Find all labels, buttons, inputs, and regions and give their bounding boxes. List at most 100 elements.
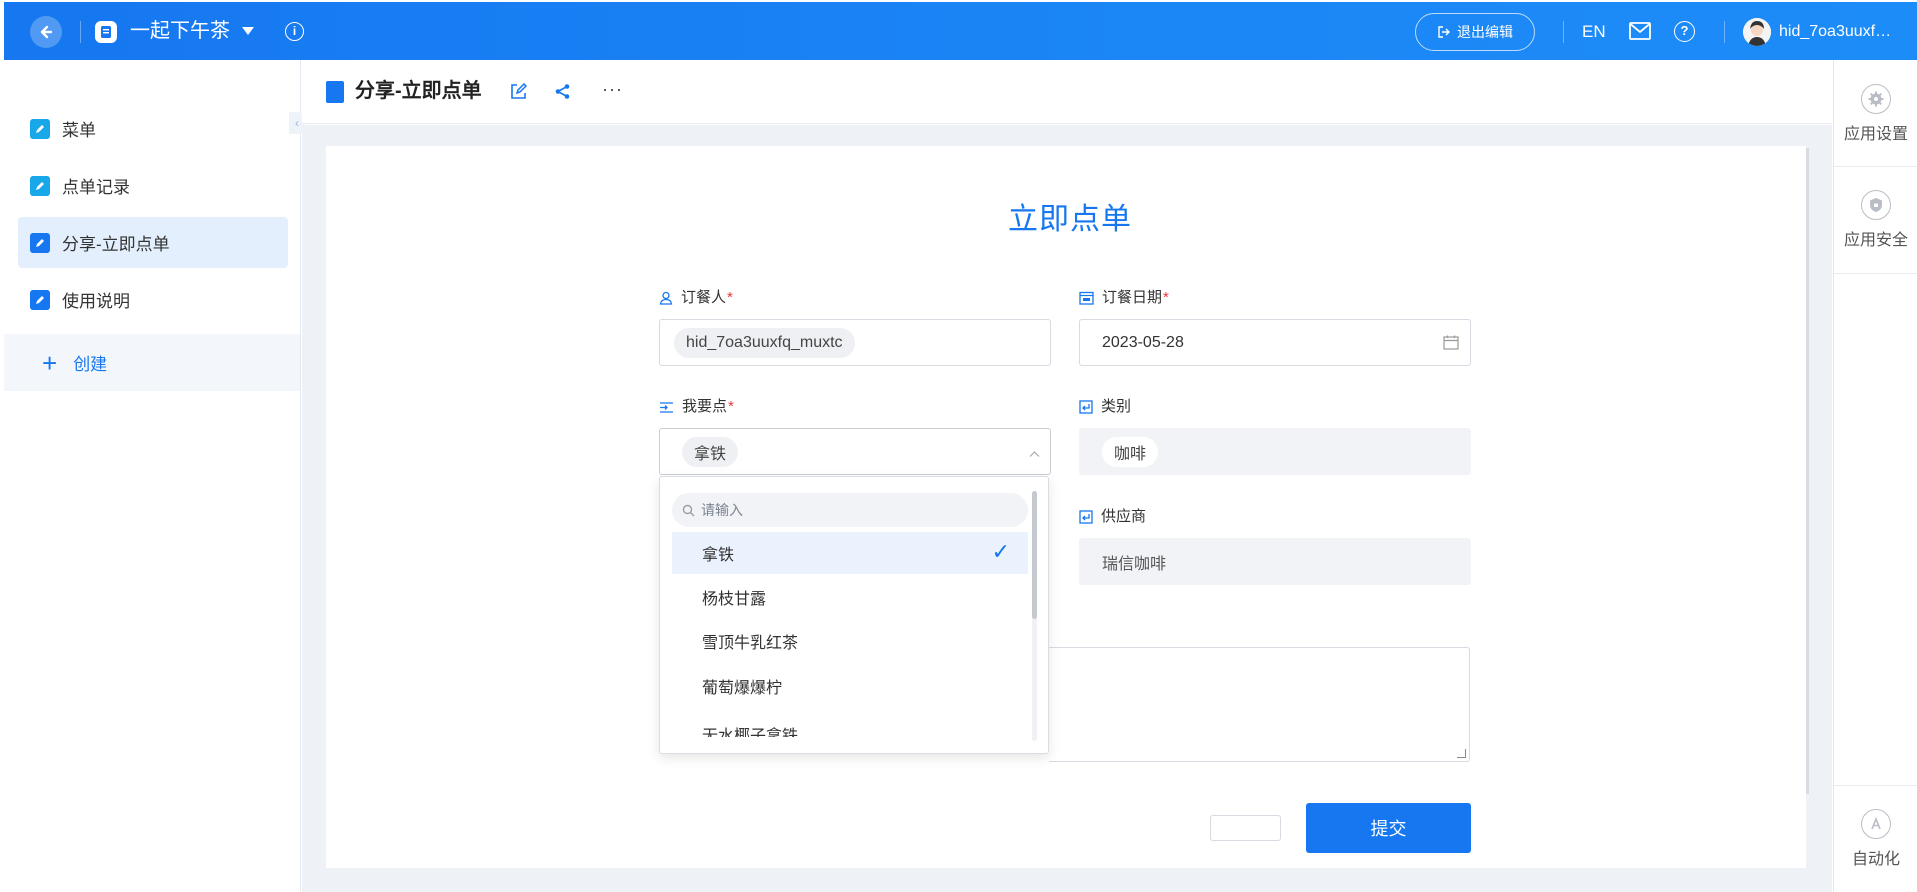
app-root: 一起下午茶 i 退出编辑 EN ? hid_7oa3uuxf… 菜单 点单记录 xyxy=(0,0,1917,892)
edit-form-icon xyxy=(30,232,50,253)
dropdown-option[interactable]: 杨枝甘露 xyxy=(672,576,1028,618)
remarks-textarea[interactable] xyxy=(1049,647,1470,762)
form-title: 立即点单 xyxy=(1008,203,1132,236)
info-icon[interactable]: i xyxy=(285,22,304,41)
option-label: 雪顶牛乳红茶 xyxy=(702,635,799,652)
edit-form-icon xyxy=(30,289,50,310)
item-label-text: 我要点 xyxy=(682,398,728,415)
page-scrollbar[interactable] xyxy=(1806,148,1809,794)
app-security-button[interactable]: 应用安全 xyxy=(1834,190,1917,250)
edit-icon[interactable] xyxy=(510,82,528,105)
automation-label: 自动化 xyxy=(1851,851,1900,868)
sidebar-item-label: 分享-立即点单 xyxy=(62,235,170,254)
dropdown-option[interactable]: 雪顶牛乳红茶 xyxy=(672,620,1028,662)
app-name[interactable]: 一起下午茶 xyxy=(130,18,230,44)
orderer-field[interactable]: hid_7oa3uuxfq_muxtc xyxy=(659,319,1051,366)
sidebar: 菜单 点单记录 分享-立即点单 使用说明 + 创建 xyxy=(4,60,301,892)
divider xyxy=(1724,21,1725,43)
help-icon[interactable]: ? xyxy=(1674,21,1695,42)
app-icon xyxy=(95,21,117,43)
shield-icon xyxy=(1861,190,1891,220)
gear-icon xyxy=(1861,84,1891,114)
edit-form-icon xyxy=(30,175,50,196)
supplier-field: 瑞信咖啡 xyxy=(1079,538,1471,585)
app-security-label: 应用安全 xyxy=(1843,232,1908,249)
automation-button[interactable]: 自动化 xyxy=(1834,809,1917,869)
search-placeholder: 请输入 xyxy=(701,502,743,518)
option-label: 杨枝甘露 xyxy=(702,591,767,608)
dropdown-option[interactable]: 拿铁 ✓ xyxy=(672,532,1028,574)
lookup-icon xyxy=(1079,400,1093,414)
exit-icon xyxy=(1438,26,1450,38)
user-icon xyxy=(659,291,673,305)
category-label: 类别 xyxy=(1079,397,1131,417)
category-field: 咖啡 xyxy=(1079,428,1471,475)
orderer-tag: hid_7oa3uuxfq_muxtc xyxy=(674,327,855,358)
submit-button[interactable]: 提交 xyxy=(1306,803,1471,853)
divider xyxy=(1834,785,1917,786)
arrow-left-icon xyxy=(40,25,53,39)
app-settings-label: 应用设置 xyxy=(1843,126,1908,143)
app-switch-caret-icon[interactable] xyxy=(242,27,254,35)
mail-icon[interactable] xyxy=(1629,22,1651,45)
sidebar-item-label: 点单记录 xyxy=(62,178,130,197)
resize-handle-icon[interactable] xyxy=(1457,749,1466,758)
username[interactable]: hid_7oa3uuxf… xyxy=(1779,21,1891,43)
category-label-text: 类别 xyxy=(1101,398,1132,415)
order-date-label-text: 订餐日期 xyxy=(1102,289,1163,306)
divider xyxy=(1834,273,1917,274)
sidebar-item-order-records[interactable]: 点单记录 xyxy=(18,160,288,211)
category-tag: 咖啡 xyxy=(1102,436,1159,467)
create-button[interactable]: + 创建 xyxy=(4,334,300,391)
create-label: 创建 xyxy=(73,355,108,374)
supplier-label: 供应商 xyxy=(1079,507,1146,527)
required-mark: * xyxy=(728,398,734,415)
order-date-value: 2023-05-28 xyxy=(1102,333,1184,351)
page-icon xyxy=(326,81,344,103)
exit-edit-button[interactable]: 退出编辑 xyxy=(1415,13,1535,51)
exit-edit-label: 退出编辑 xyxy=(1457,24,1513,40)
sidebar-item-label: 使用说明 xyxy=(62,292,130,311)
sidebar-item-share-order[interactable]: 分享-立即点单 xyxy=(18,217,288,268)
sidebar-item-instructions[interactable]: 使用说明 xyxy=(18,274,288,325)
dropdown-scrollbar[interactable] xyxy=(1032,491,1037,619)
back-button[interactable] xyxy=(30,16,62,48)
item-tag: 拿铁 xyxy=(682,436,739,467)
submit-label: 提交 xyxy=(1370,819,1407,839)
dropdown-option[interactable]: 葡萄爆爆柠 xyxy=(672,665,1028,707)
more-icon[interactable]: ··· xyxy=(602,80,623,98)
share-icon[interactable] xyxy=(554,83,571,105)
supplier-label-text: 供应商 xyxy=(1101,508,1147,525)
sidebar-item-label: 菜单 xyxy=(62,121,96,140)
divider xyxy=(1834,166,1917,167)
avatar[interactable] xyxy=(1743,18,1771,46)
language-toggle[interactable]: EN xyxy=(1582,21,1606,43)
order-date-field[interactable]: 2023-05-28 xyxy=(1079,319,1471,366)
sidebar-item-menu[interactable]: 菜单 xyxy=(18,103,288,154)
item-dropdown: 请输入 拿铁 ✓ 杨枝甘露 雪顶牛乳红茶 葡萄爆爆柠 无水椰子拿铁 xyxy=(659,476,1049,754)
cancel-button[interactable] xyxy=(1210,815,1281,841)
calendar-icon xyxy=(1079,291,1094,305)
automation-icon xyxy=(1861,809,1891,839)
item-select[interactable]: 拿铁 xyxy=(659,428,1051,475)
option-label: 无水椰子拿铁 xyxy=(702,728,799,737)
search-icon xyxy=(682,504,695,516)
page-title: 分享-立即点单 xyxy=(355,80,482,102)
app-settings-button[interactable]: 应用设置 xyxy=(1834,84,1917,144)
dropdown-option[interactable]: 无水椰子拿铁 xyxy=(672,712,1028,737)
dropdown-option-clip: 无水椰子拿铁 xyxy=(672,709,1028,737)
item-label: 我要点 * xyxy=(659,397,734,417)
chevron-up-icon[interactable] xyxy=(1029,445,1040,463)
orderer-label-text: 订餐人 xyxy=(681,289,727,306)
lookup-icon xyxy=(1079,510,1093,524)
order-date-label: 订餐日期 * xyxy=(1079,288,1169,308)
dropdown-search-input[interactable]: 请输入 xyxy=(672,493,1028,527)
page-header: 分享-立即点单 ··· xyxy=(302,60,1832,124)
orderer-label: 订餐人 * xyxy=(659,288,733,308)
option-label: 拿铁 xyxy=(702,547,735,564)
divider xyxy=(80,21,81,43)
select-list-icon xyxy=(659,401,674,414)
divider xyxy=(1563,21,1564,43)
calendar-picker-icon[interactable] xyxy=(1443,335,1459,355)
supplier-value: 瑞信咖啡 xyxy=(1102,555,1167,573)
